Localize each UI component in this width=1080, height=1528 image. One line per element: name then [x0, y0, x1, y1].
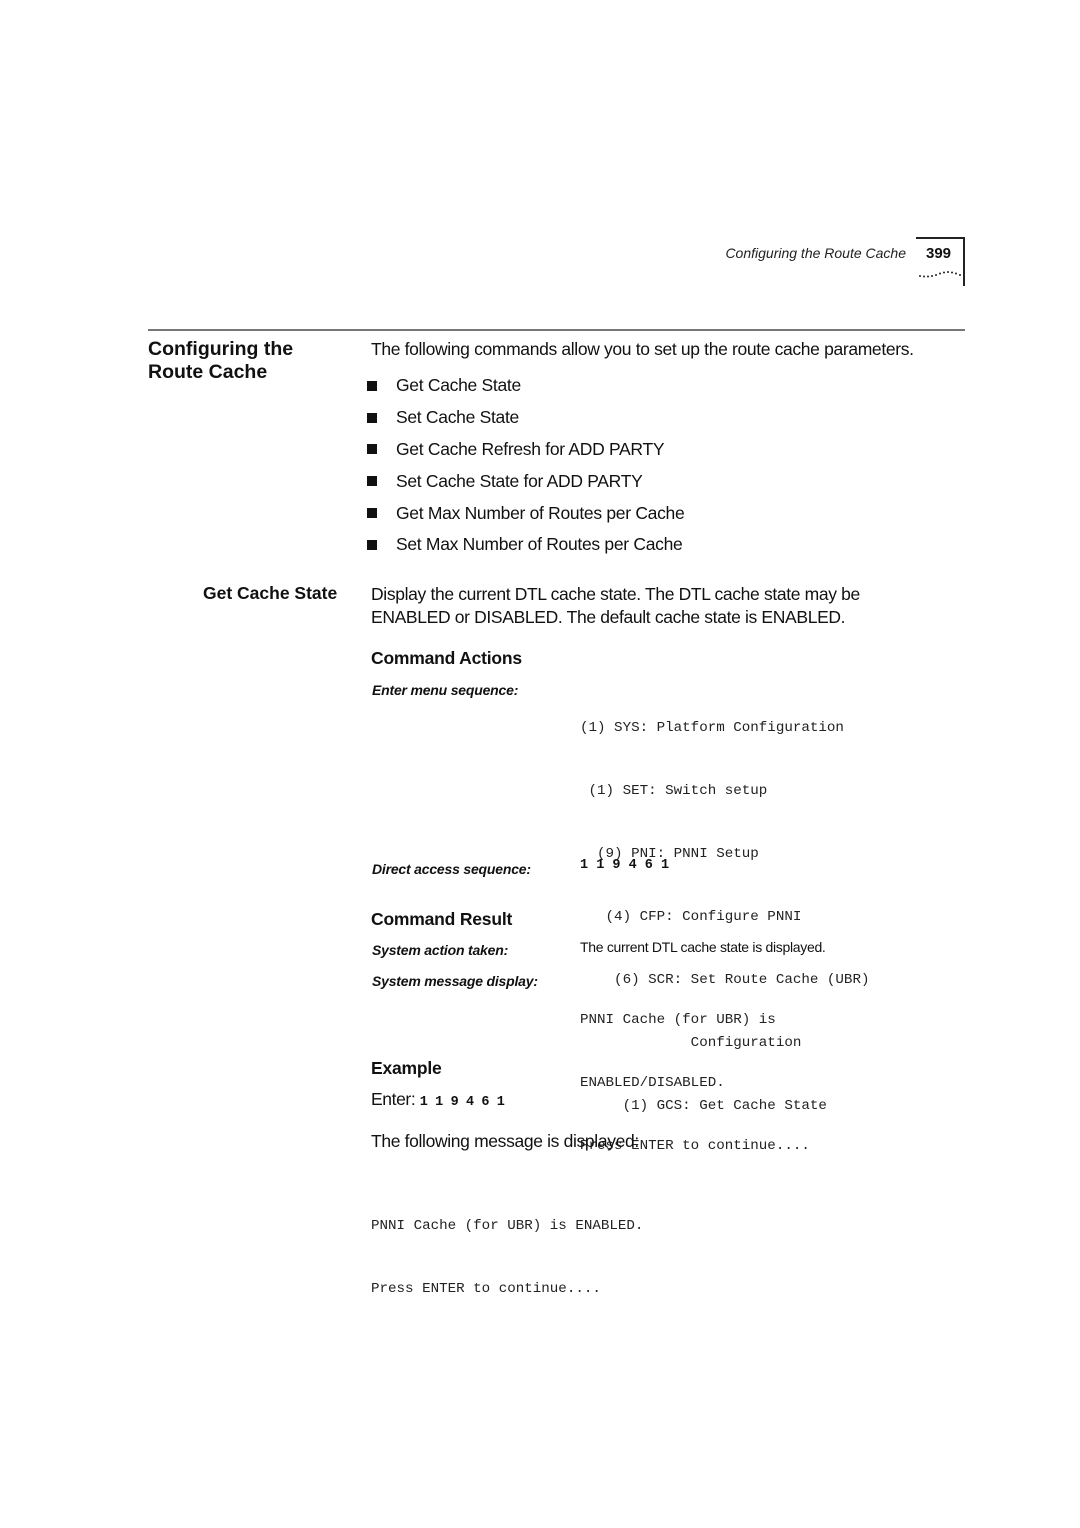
command-actions-heading: Command Actions [371, 648, 522, 668]
bullet-square-icon [367, 444, 377, 455]
menu-line: (1) SET: Switch setup [580, 783, 768, 799]
bullet-square-icon [367, 380, 377, 391]
system-action-label: System action taken: [372, 942, 509, 958]
list-item-label: Get Max Number of Routes per Cache [396, 502, 685, 523]
example-heading: Example [371, 1058, 442, 1078]
system-message-label: System message display: [372, 973, 538, 989]
list-item-label: Set Cache State [396, 407, 519, 428]
direct-access-label: Direct access sequence: [372, 861, 531, 877]
dotted-wave-icon [919, 271, 961, 278]
bullet-square-icon [367, 508, 377, 519]
running-header-title: Configuring the Route Cache [725, 245, 906, 261]
command-list: Get Cache State Set Cache State Get Cach… [367, 370, 685, 561]
message-line: ENABLED/DISABLED. [580, 1075, 725, 1091]
bullet-square-icon [367, 539, 377, 550]
list-item-label: Get Cache Refresh for ADD PARTY [396, 438, 665, 459]
menu-line: (1) SYS: Platform Configuration [580, 720, 844, 736]
page-number: 399 [926, 245, 952, 262]
section-title-line-2: Route Cache [148, 361, 268, 383]
list-item: Get Max Number of Routes per Cache [367, 497, 685, 529]
section-title: Configuring the Route Cache [148, 338, 293, 384]
subsection-title: Get Cache State [203, 583, 338, 603]
menu-line: (4) CFP: Configure PNNI [580, 909, 802, 925]
section-title-line-1: Configuring the [148, 338, 294, 360]
section-intro: The following commands allow you to set … [371, 339, 914, 359]
output-line: PNNI Cache (for UBR) is ENABLED. [371, 1218, 644, 1234]
list-item-label: Set Max Number of Routes per Cache [396, 534, 683, 555]
description-line-1: Display the current DTL cache state. The… [371, 584, 860, 604]
bullet-square-icon [367, 476, 377, 487]
list-item-label: Set Cache State for ADD PARTY [396, 470, 643, 491]
list-item-label: Get Cache State [396, 375, 521, 396]
list-item: Set Max Number of Routes per Cache [367, 529, 684, 561]
list-item: Set Cache State [367, 402, 684, 434]
enter-label: Enter: [371, 1089, 416, 1109]
list-item: Get Cache State [367, 370, 684, 402]
bullet-square-icon [367, 412, 377, 423]
message-line: PNNI Cache (for UBR) is [580, 1012, 776, 1028]
list-item: Get Cache Refresh for ADD PARTY [367, 434, 684, 466]
description-line-2: ENABLED or DISABLED. The default cache s… [371, 607, 846, 627]
example-enter: Enter: 1 1 9 4 6 1 [371, 1089, 505, 1110]
menu-sequence-label: Enter menu sequence: [372, 682, 519, 698]
output-line: Press ENTER to continue.... [371, 1281, 601, 1297]
system-action-value: The current DTL cache state is displayed… [580, 939, 826, 955]
enter-value: 1 1 9 4 6 1 [419, 1095, 505, 1110]
command-result-heading: Command Result [371, 909, 513, 929]
subsection-description: Display the current DTL cache state. The… [371, 583, 971, 629]
list-item: Set Cache State for ADD PARTY [367, 465, 684, 497]
section-divider [148, 329, 965, 331]
example-output: PNNI Cache (for UBR) is ENABLED. Press E… [371, 1174, 643, 1321]
page-number-frame-top [916, 237, 964, 239]
direct-access-value: 1 1 9 4 6 1 [580, 858, 670, 873]
example-following-text: The following message is displayed: [371, 1131, 639, 1151]
